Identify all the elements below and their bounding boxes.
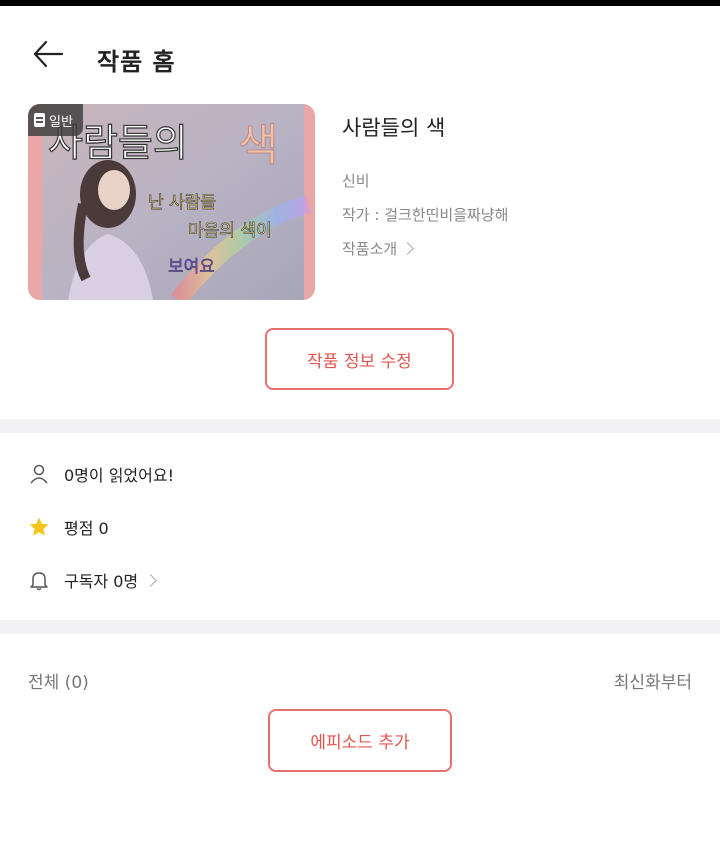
subscribers-row[interactable]: 구독자 0명 bbox=[28, 568, 158, 592]
genre-badge: 일반 bbox=[28, 104, 83, 136]
work-intro-link[interactable]: 작품소개 bbox=[342, 238, 415, 259]
rating-row: 평점 0 bbox=[28, 515, 109, 539]
episode-count: 전체 (0) bbox=[28, 673, 89, 693]
document-icon bbox=[34, 113, 45, 127]
cover-image[interactable]: 사람들의 색 난 사람들 마음의 색이 보여요 일반 bbox=[28, 104, 315, 300]
add-episode-button[interactable]: 에피소드 추가 bbox=[268, 709, 452, 772]
back-button[interactable] bbox=[30, 36, 66, 72]
work-author: 작가 : 걸크한띤비을짜냥해 bbox=[342, 206, 509, 224]
edit-work-info-button[interactable]: 작품 정보 수정 bbox=[265, 328, 454, 390]
star-icon bbox=[28, 516, 50, 538]
section-divider bbox=[0, 419, 720, 433]
work-title: 사람들의 색 bbox=[342, 116, 446, 140]
subscribers-count: 구독자 0명 bbox=[64, 572, 139, 591]
work-genre: 신비 bbox=[342, 172, 370, 190]
header: 작품 홈 bbox=[0, 6, 720, 96]
arrow-left-icon bbox=[33, 40, 64, 68]
readers-row: 0명이 읽었어요! bbox=[28, 462, 174, 486]
section-divider bbox=[0, 620, 720, 634]
work-intro-label: 작품소개 bbox=[342, 240, 398, 258]
cover-title-accent: 색 bbox=[238, 120, 278, 171]
bell-icon bbox=[28, 569, 50, 591]
page-title: 작품 홈 bbox=[97, 48, 176, 76]
cover-line-1: 난 사람들 bbox=[148, 193, 216, 213]
sort-latest-button[interactable]: 최신화부터 bbox=[614, 668, 692, 693]
readers-count: 0명이 읽었어요! bbox=[64, 466, 174, 485]
cover-line-3: 보여요 bbox=[168, 257, 215, 277]
cover-line-2: 마음의 색이 bbox=[188, 221, 272, 241]
rating-value: 평점 0 bbox=[64, 519, 109, 538]
chevron-right-icon bbox=[401, 242, 415, 255]
badge-label: 일반 bbox=[49, 114, 73, 130]
person-icon bbox=[28, 463, 50, 485]
chevron-right-icon bbox=[144, 573, 158, 587]
